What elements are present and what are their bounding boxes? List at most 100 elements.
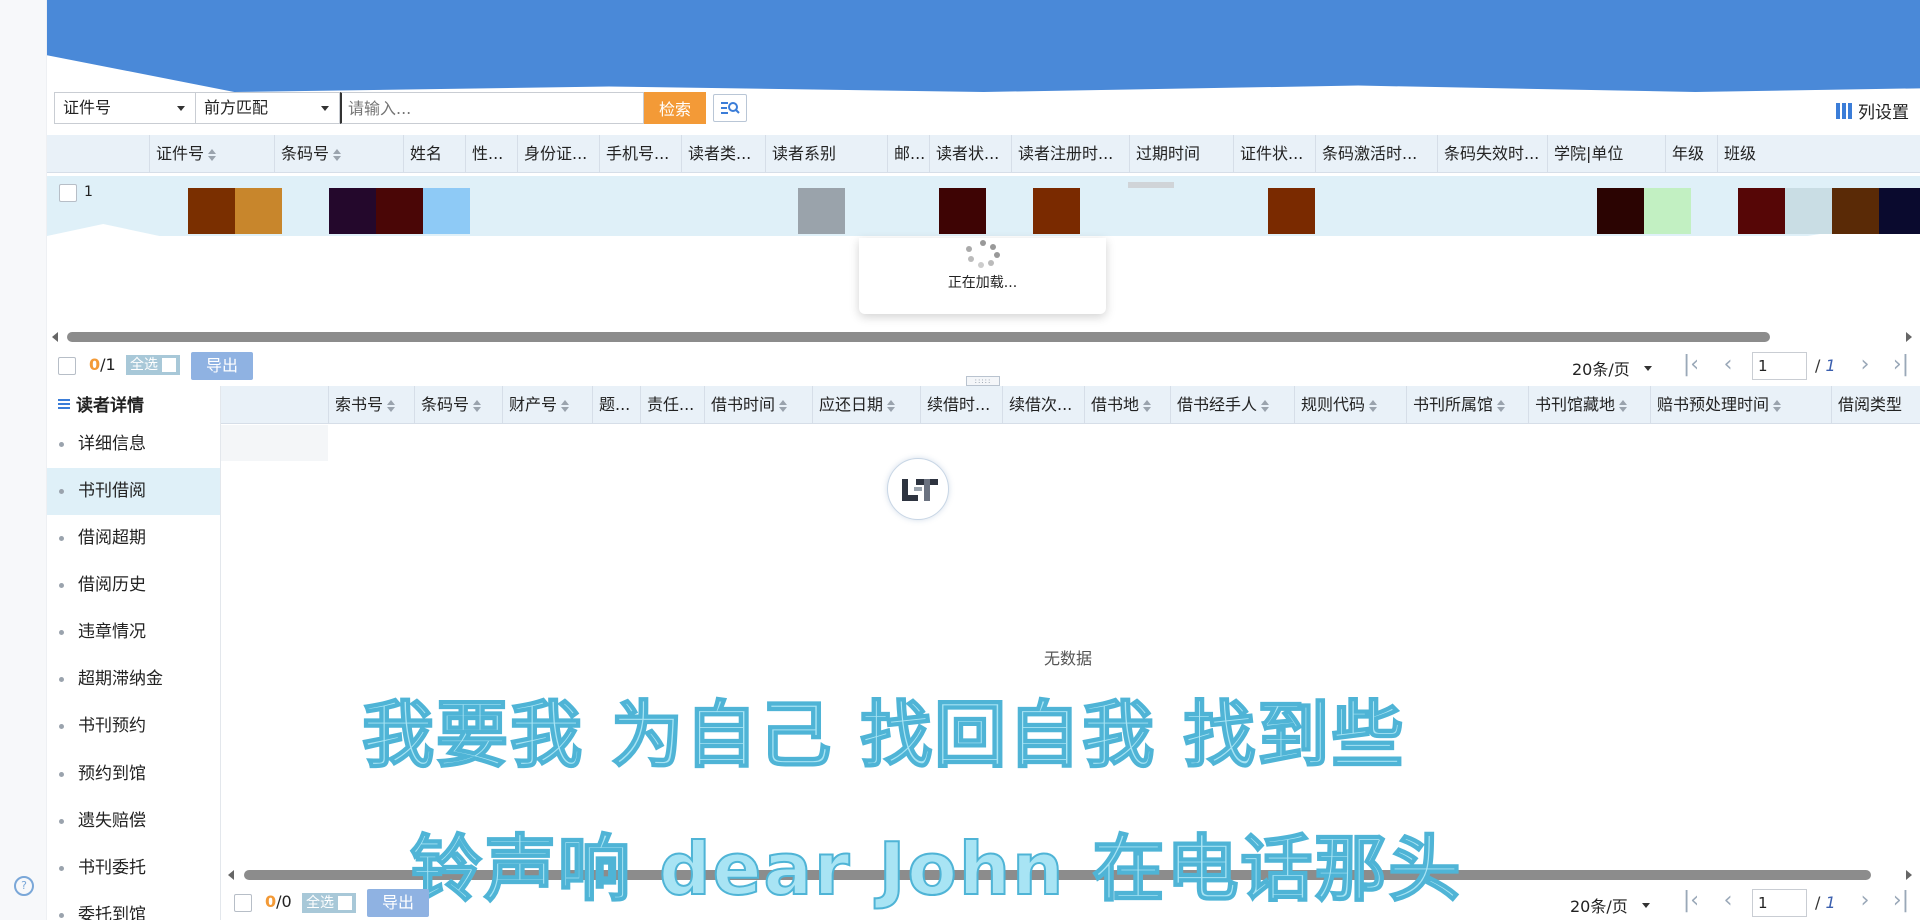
first-page-button[interactable]: |‹ [1678,353,1704,377]
scroll-left-icon[interactable] [228,870,234,880]
column-header[interactable]: 赔书预处理时间 [1650,386,1810,424]
field-select-value: 证件号 [63,98,112,117]
sort-icon [1261,400,1269,412]
column-header[interactable]: 班级 [1717,135,1857,173]
resize-splitter-handle[interactable]: ::::: [966,376,1000,386]
scroll-left-icon[interactable] [52,332,58,342]
search-button[interactable]: 检索 [644,92,706,124]
row-checkbox[interactable] [59,184,77,202]
column-header[interactable]: 规则代码 [1294,386,1406,424]
list-icon [58,398,70,409]
bullet-icon [59,630,64,635]
export-button[interactable]: 导出 [191,352,253,380]
next-page-button[interactable]: › [1852,353,1878,377]
select-page-checkbox[interactable] [58,357,76,375]
sidebar-item[interactable]: 超期滞纳金 [47,656,220,703]
column-header[interactable]: 借书经手人 [1170,386,1294,424]
column-header[interactable]: 索书号 [328,386,414,424]
column-header[interactable]: 条码号 [274,135,400,173]
column-header[interactable]: 手机号... [599,135,681,173]
sidebar-item[interactable]: 委托到馆 [47,892,220,920]
empty-state-text: 无数据 [1044,649,1093,668]
redacted-cell [1033,188,1080,234]
sidebar-item[interactable]: 详细信息 [47,421,220,468]
selected-count: 0/1 [89,355,116,374]
sidebar-item[interactable]: 违章情况 [47,609,220,656]
column-header[interactable]: 身份证... [517,135,599,173]
column-header[interactable]: 条码失效时... [1437,135,1559,173]
select-all-toggle[interactable]: 全选 [126,355,180,375]
bullet-icon [59,913,64,918]
column-header[interactable]: 借书时间 [704,386,812,424]
prev-page-button[interactable]: ‹ [1715,353,1741,377]
help-icon[interactable]: ? [14,876,34,896]
advanced-search-button[interactable] [713,94,747,122]
column-header[interactable]: 姓名 [403,135,457,173]
borrow-table-header: 索书号 条码号 财产号 题... 责任... 借书时间 应还日期 续借时... … [221,386,1920,424]
column-header[interactable]: 学院|单位 [1547,135,1665,173]
column-header[interactable]: 条码激活时... [1315,135,1437,173]
sort-icon [561,400,569,412]
first-page-button[interactable]: |‹ [1678,889,1704,913]
sidebar-item-label: 委托到馆 [78,905,146,920]
sidebar-item[interactable]: 预约到馆 [47,751,220,798]
page-number-input[interactable]: 1 [1752,889,1807,917]
column-header[interactable]: 借阅类型 [1831,386,1920,424]
match-select[interactable]: 前方匹配 [195,92,340,124]
column-header[interactable]: 应还日期 [812,386,920,424]
sidebar-item[interactable]: 遗失赔偿 [47,798,220,845]
next-page-button[interactable]: › [1852,889,1878,913]
column-header[interactable]: 过期时间 [1129,135,1233,173]
horizontal-scrollbar[interactable] [67,332,1770,342]
prev-page-button[interactable]: ‹ [1715,889,1741,913]
column-header[interactable]: 续借时... [920,386,1002,424]
column-header[interactable]: 续借次... [1002,386,1084,424]
last-page-button[interactable]: ›| [1888,889,1914,913]
sidebar-item-label: 违章情况 [78,622,146,642]
search-input[interactable] [340,92,644,124]
sidebar-item[interactable]: 书刊借阅 [47,468,220,515]
select-page-checkbox[interactable] [234,894,252,912]
sidebar-item[interactable]: 借阅超期 [47,515,220,562]
sidebar-item[interactable]: 书刊委托 [47,845,220,892]
sidebar-item-label: 借阅历史 [78,575,146,595]
loading-popup: 正在加载... [859,238,1106,314]
column-header[interactable]: 证件状... [1233,135,1315,173]
column-header[interactable]: 书刊馆藏地 [1528,386,1650,424]
select-all-toggle[interactable]: 全选 [302,893,356,913]
column-settings-button[interactable]: 列设置 [1836,98,1909,123]
page-size-select[interactable]: 20条/页 [1570,893,1650,917]
column-header[interactable]: 读者状... [929,135,1011,173]
column-header[interactable]: 读者注册时... [1011,135,1129,173]
scroll-right-icon[interactable] [1906,870,1912,880]
column-header[interactable]: 读者类... [681,135,765,173]
column-header[interactable]: 条码号 [414,386,502,424]
redacted-cell [188,188,235,234]
last-page-button[interactable]: ›| [1888,353,1914,377]
column-header[interactable]: 读者系别 [765,135,885,173]
field-select[interactable]: 证件号 [54,92,196,124]
sidebar-item-label: 书刊预约 [78,716,146,736]
bullet-icon [59,583,64,588]
column-header[interactable]: 借书地 [1084,386,1170,424]
bullet-icon [59,677,64,682]
redacted-cell [798,188,845,234]
redacted-cell [423,188,470,234]
column-header[interactable]: 证件号 [149,135,254,173]
scroll-right-icon[interactable] [1906,332,1912,342]
sidebar-item[interactable]: 借阅历史 [47,562,220,609]
page-size-select[interactable]: 20条/页 [1572,356,1652,380]
export-button[interactable]: 导出 [367,889,429,917]
column-header[interactable]: 财产号 [502,386,592,424]
column-header[interactable]: 邮... [887,135,929,173]
columns-icon [1836,102,1852,119]
sidebar-item[interactable]: 书刊预约 [47,703,220,750]
column-header[interactable]: 责任... [640,386,704,424]
column-header[interactable]: 题... [592,386,640,424]
column-header[interactable]: 性... [465,135,515,173]
cell-placeholder [1128,182,1174,188]
lyric-line-1: 我要我 为自己 找回自我 找到些 [362,692,1406,778]
page-number-input[interactable]: 1 [1752,352,1807,380]
column-header[interactable]: 年级 [1665,135,1713,173]
column-header[interactable]: 书刊所属馆 [1406,386,1528,424]
